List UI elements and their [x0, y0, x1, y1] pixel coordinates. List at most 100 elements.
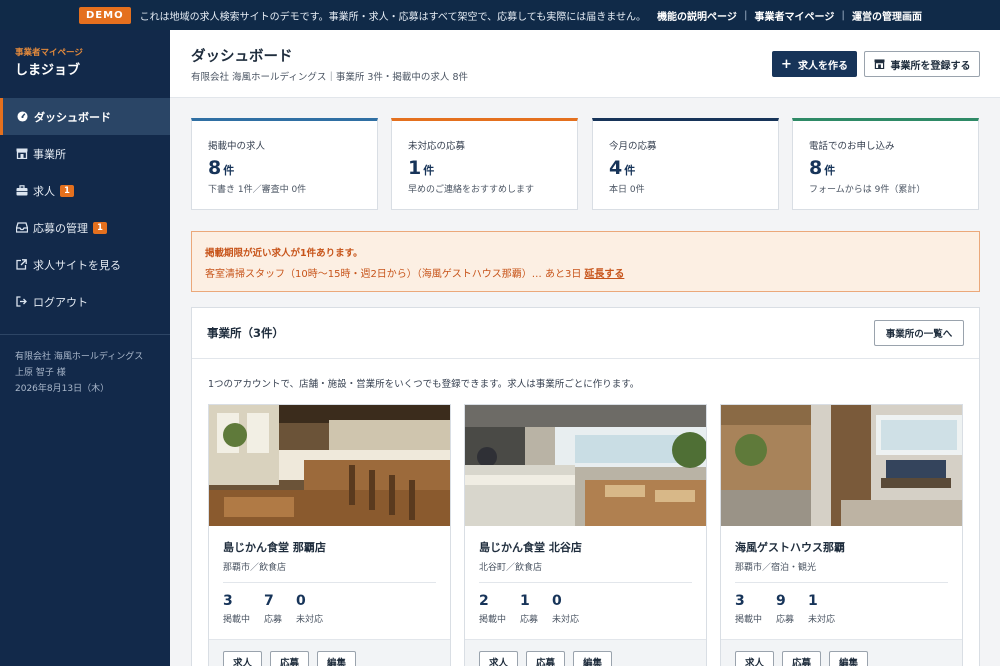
stat-number: 1	[408, 157, 422, 179]
shop-stat-active: 3 掲載中	[735, 593, 762, 625]
shops-panel: 事業所（3件） 事業所の一覧へ 1つのアカウントで、店舗・施設・営業所をいくつで…	[191, 307, 980, 666]
shop-list-button[interactable]: 事業所の一覧へ	[874, 320, 964, 346]
shop-applications-button[interactable]: 応募	[782, 651, 822, 666]
extend-link[interactable]: 延長する	[584, 269, 624, 280]
page-header: ダッシュボード 有限会社 海風ホールディングス｜事業所 3件・掲載中の求人 8件…	[170, 30, 1000, 98]
shop-edit-button[interactable]: 編集	[317, 651, 357, 666]
shop-name: 島じかん食堂 北谷店	[479, 541, 582, 554]
brand[interactable]: 事業者マイページ しまジョブ	[0, 30, 170, 98]
sidebar: 事業者マイページ しまジョブ ダッシュボード 事業所 求人 1 応募の管理 1 …	[0, 30, 170, 666]
expiry-alert: 掲載期限が近い求人が1件あります。 客室清掃スタッフ（10時〜15時・週2日から…	[191, 231, 980, 292]
sidebar-item-label: 事業所	[33, 147, 66, 161]
account-info: 有限会社 海風ホールディングス 上原 智子 様 2026年8月13日（木）	[0, 335, 170, 411]
create-job-button[interactable]: + 求人を作る	[772, 51, 857, 77]
shop-stat-applications: 9 応募	[776, 593, 794, 625]
stat-value: 1件	[408, 157, 577, 179]
shop-card[interactable]: 島じかん食堂 那覇店 那覇市／飲食店 3 掲載中 7 応募 0 未対応 求人 応募 編…	[208, 404, 451, 666]
stat-label: 電話でのお申し込み	[809, 141, 895, 152]
feature-guide-link[interactable]: 機能の説明ページ	[657, 8, 737, 23]
logout-icon	[15, 295, 28, 308]
shop-stat-pending: 1 未対応	[808, 593, 835, 625]
stat-card-phone-applications[interactable]: 電話でのお申し込み 8件 フォームからは 9件（累計）	[792, 118, 979, 210]
shop-actions: 求人 応募 編集	[465, 639, 706, 666]
sidebar-item-label: 求人	[33, 184, 55, 198]
stat-number: 8	[809, 157, 823, 179]
sidebar-item-label: ログアウト	[33, 295, 88, 309]
stat-card-pending-applications[interactable]: 未対応の応募 1件 早めのご連絡をおすすめします	[391, 118, 578, 210]
shop-card[interactable]: 島じかん食堂 北谷店 北谷町／飲食店 2 掲載中 1 応募 0 未対応 求人 応募 編…	[464, 404, 707, 666]
alert-title: 掲載期限が近い求人が1件あります。	[205, 248, 363, 259]
stat-value: 4件	[609, 157, 778, 179]
sidebar-item-label: 求人サイトを見る	[33, 258, 121, 272]
business-mypage-link[interactable]: 事業者マイページ	[755, 8, 835, 23]
stat-label: 掲載中	[479, 615, 507, 625]
shop-stat-applications: 7 応募	[264, 593, 282, 625]
stat-number: 4	[609, 157, 623, 179]
stat-label: 掲載中	[735, 615, 763, 625]
sidebar-item-dashboard[interactable]: ダッシュボード	[0, 98, 170, 135]
inbox-icon	[15, 221, 28, 234]
current-date: 2026年8月13日（木）	[15, 384, 110, 394]
plus-icon: +	[781, 56, 792, 72]
sidebar-item-shops[interactable]: 事業所	[0, 135, 170, 172]
stat-unit: 件	[624, 164, 636, 177]
shop-edit-button[interactable]: 編集	[829, 651, 869, 666]
shop-actions: 求人 応募 編集	[209, 639, 450, 666]
shop-card[interactable]: 海風ゲストハウス那覇 那覇市／宿泊・観光 3 掲載中 9 応募 1 未対応 求人 応募…	[720, 404, 963, 666]
brand-name: しまジョブ	[15, 63, 81, 78]
shop-divider	[479, 582, 692, 583]
jobs-count-badge: 1	[60, 184, 74, 197]
sidebar-item-view-site[interactable]: 求人サイトを見る	[0, 246, 170, 283]
stat-card-monthly-applications[interactable]: 今月の応募 4件 本日 0件	[592, 118, 779, 210]
shop-jobs-button[interactable]: 求人	[223, 651, 263, 666]
external-link-icon	[15, 258, 28, 271]
stat-number: 0	[552, 593, 562, 609]
shop-edit-button[interactable]: 編集	[573, 651, 613, 666]
shop-stat-active: 2 掲載中	[479, 593, 506, 625]
sidebar-item-logout[interactable]: ログアウト	[0, 283, 170, 320]
shop-actions: 求人 応募 編集	[721, 639, 962, 666]
sidebar-item-label: ダッシュボード	[34, 110, 111, 124]
shop-stats: 3 掲載中 7 応募 0 未対応	[223, 593, 337, 625]
stat-label: 掲載中	[223, 615, 251, 625]
company-name: 有限会社 海風ホールディングス	[15, 352, 144, 362]
sidebar-item-jobs[interactable]: 求人 1	[0, 172, 170, 209]
stat-label: 応募	[520, 615, 539, 625]
shop-jobs-button[interactable]: 求人	[735, 651, 775, 666]
stat-card-active-jobs[interactable]: 掲載中の求人 8件 下書き 1件／審査中 0件	[191, 118, 378, 210]
shop-jobs-button[interactable]: 求人	[479, 651, 519, 666]
shop-area: 北谷町／飲食店	[479, 563, 543, 573]
demo-badge: DEMO	[79, 6, 131, 24]
stat-number: 3	[223, 593, 233, 609]
page-title: ダッシュボード	[191, 49, 293, 65]
stat-number: 1	[520, 593, 530, 609]
shop-applications-button[interactable]: 応募	[270, 651, 310, 666]
shop-stats: 2 掲載中 1 応募 0 未対応	[479, 593, 593, 625]
briefcase-icon	[15, 184, 28, 197]
shop-stat-pending: 0 未対応	[296, 593, 323, 625]
panel-title: 事業所（3件）	[207, 326, 285, 340]
shop-applications-button[interactable]: 応募	[526, 651, 566, 666]
stat-note: 下書き 1件／審査中 0件	[208, 185, 307, 195]
stat-number: 3	[735, 593, 745, 609]
shop-photo	[465, 405, 706, 526]
page-subtitle: 有限会社 海風ホールディングス｜事業所 3件・掲載中の求人 8件	[191, 72, 468, 83]
stat-value: 8件	[809, 157, 978, 179]
sidebar-item-applications[interactable]: 応募の管理 1	[0, 209, 170, 246]
link-separator: |	[743, 9, 748, 21]
stat-number: 1	[808, 593, 818, 609]
brand-subtitle: 事業者マイページ	[15, 48, 83, 58]
stat-label: 掲載中の求人	[208, 141, 266, 152]
alert-text: 客室清掃スタッフ（10時〜15時・週2日から）（海風ゲストハウス那覇）… あと3…	[205, 269, 582, 280]
sidebar-item-label: 応募の管理	[33, 221, 88, 235]
stat-number: 7	[264, 593, 274, 609]
panel-description: 1つのアカウントで、店舗・施設・営業所をいくつでも登録できます。求人は事業所ごと…	[208, 379, 640, 390]
admin-console-link[interactable]: 運営の管理画面	[852, 8, 922, 23]
shop-stat-pending: 0 未対応	[552, 593, 579, 625]
register-shop-button[interactable]: 事業所を登録する	[864, 51, 980, 77]
dashboard-icon	[16, 110, 29, 123]
stat-note: 本日 0件	[609, 185, 645, 195]
register-shop-label: 事業所を登録する	[890, 60, 971, 72]
applications-count-badge: 1	[93, 221, 107, 234]
demo-notice: これは地域の求人検索サイトのデモです。事業所・求人・応募はすべて架空で、応募して…	[139, 11, 646, 23]
